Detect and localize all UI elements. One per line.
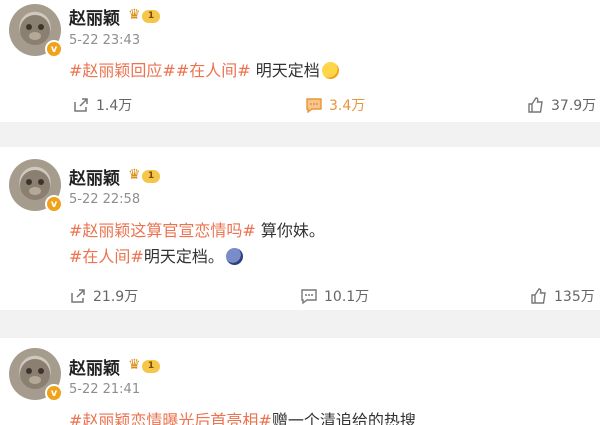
hashtag-link[interactable]: #赵丽颖回应#	[69, 61, 176, 80]
like-button[interactable]: 37.9万	[527, 95, 596, 115]
like-count: 135万	[554, 289, 595, 305]
comment-icon	[306, 98, 322, 114]
post-divider	[0, 310, 600, 338]
hashtag-link[interactable]: #在人间#	[69, 247, 144, 266]
level-label: 1	[142, 10, 160, 23]
like-icon	[531, 288, 546, 304]
share-icon	[71, 289, 85, 303]
emoji-icon	[321, 62, 339, 79]
post-content: #赵丽颖恋情曝光后首亮相#赠一个清追给的热搜	[69, 409, 416, 425]
post-content: #赵丽颖这算官宣恋情吗# 算你妹。 #在人间#明天定档。	[69, 219, 325, 269]
avatar[interactable]: v	[9, 159, 63, 213]
post-time[interactable]: 5-22 23:43	[69, 33, 140, 48]
avatar[interactable]: v	[9, 4, 63, 58]
post-divider	[0, 122, 600, 147]
weibo-post-3: v 赵丽颖 ♛ 1 5-22 21:41 #赵丽颖恋情曝光后首亮相#赠一个清追给…	[0, 338, 600, 425]
share-count: 1.4万	[96, 98, 133, 114]
like-count: 37.9万	[551, 98, 597, 114]
comment-count: 3.4万	[329, 98, 366, 114]
share-button[interactable]: 21.9万	[69, 286, 138, 306]
share-icon	[74, 98, 88, 112]
comment-icon	[301, 289, 317, 305]
share-button[interactable]: 1.4万	[72, 95, 132, 115]
verified-v-icon: v	[45, 195, 63, 213]
post-time[interactable]: 5-22 22:58	[69, 192, 140, 207]
comment-button[interactable]: 3.4万	[305, 95, 365, 115]
crown-icon: ♛	[128, 7, 141, 23]
post-text: 明天定档	[250, 61, 320, 80]
rank-badge: ♛ 1	[128, 7, 160, 24]
comment-count: 10.1万	[324, 289, 370, 305]
author-name[interactable]: 赵丽颖	[69, 354, 120, 379]
verified-v-icon: v	[45, 40, 63, 58]
rank-badge: ♛ 1	[128, 167, 160, 184]
content-line: #在人间#明天定档。	[69, 245, 325, 269]
weibo-post-2: v 赵丽颖 ♛ 1 5-22 22:58 #赵丽颖这算官宣恋情吗# 算你妹。 #…	[0, 147, 600, 310]
author-name[interactable]: 赵丽颖	[69, 4, 120, 29]
action-bar: 1.4万 3.4万 37.9万	[0, 95, 600, 115]
verified-v-icon: v	[45, 384, 63, 402]
post-text: 算你妹。	[255, 221, 325, 240]
crown-icon: ♛	[128, 357, 141, 373]
hashtag-link[interactable]: #在人间#	[176, 61, 251, 80]
author-name[interactable]: 赵丽颖	[69, 164, 120, 189]
action-bar: 21.9万 10.1万 135万	[0, 286, 600, 306]
emoji-icon	[225, 248, 243, 265]
level-label: 1	[142, 170, 160, 183]
like-button[interactable]: 135万	[530, 286, 595, 306]
like-icon	[528, 97, 543, 113]
level-label: 1	[142, 360, 160, 373]
comment-button[interactable]: 10.1万	[300, 286, 369, 306]
crown-icon: ♛	[128, 167, 141, 183]
share-count: 21.9万	[93, 289, 139, 305]
post-text: 明天定档。	[143, 247, 224, 266]
hashtag-link[interactable]: #赵丽颖这算官宣恋情吗#	[69, 221, 256, 240]
post-content: #赵丽颖回应##在人间# 明天定档	[69, 59, 339, 83]
rank-badge: ♛ 1	[128, 357, 160, 374]
avatar[interactable]: v	[9, 348, 63, 402]
post-time[interactable]: 5-22 21:41	[69, 382, 140, 397]
hashtag-link[interactable]: #赵丽颖恋情曝光后首亮相#	[69, 411, 272, 425]
post-text: 赠一个清追给的热搜	[271, 411, 416, 425]
weibo-post-1: v 赵丽颖 ♛ 1 5-22 23:43 #赵丽颖回应##在人间# 明天定档 1…	[0, 0, 600, 122]
content-line: #赵丽颖这算官宣恋情吗# 算你妹。	[69, 219, 325, 243]
